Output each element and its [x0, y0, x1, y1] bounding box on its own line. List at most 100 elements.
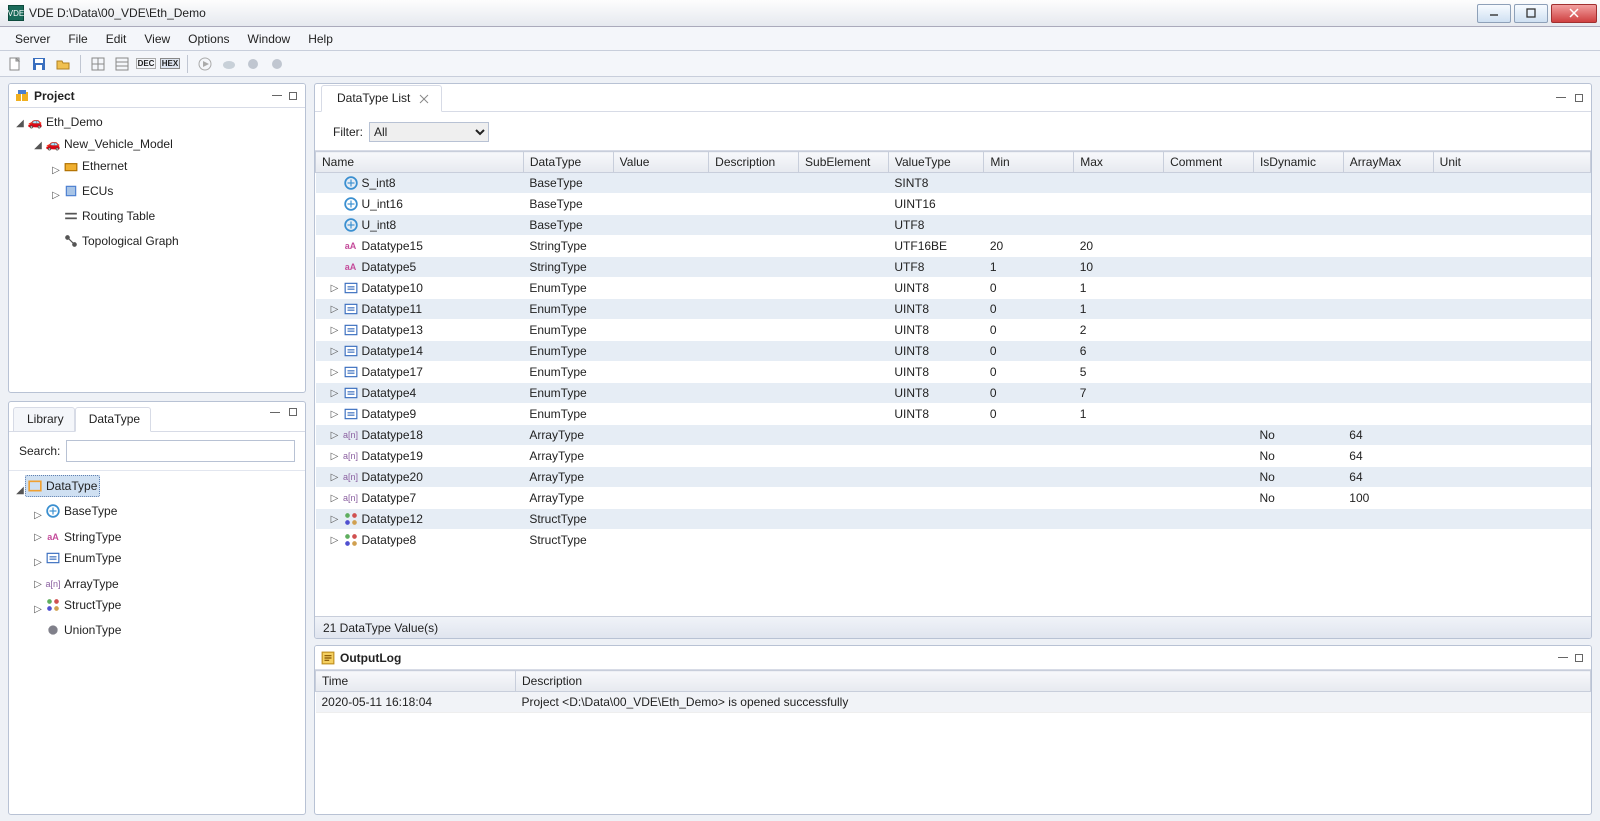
search-label: Search: — [19, 444, 60, 458]
row-name: Datatype7 — [362, 491, 417, 505]
col-max[interactable]: Max — [1074, 152, 1164, 173]
col-value[interactable]: Value — [613, 152, 708, 173]
col-name[interactable]: Name — [316, 152, 524, 173]
toolbar-grid1-button[interactable] — [87, 53, 109, 75]
project-ethernet[interactable]: Ethernet — [61, 156, 130, 176]
col-datatype[interactable]: DataType — [523, 152, 613, 173]
col-unit[interactable]: Unit — [1433, 152, 1590, 173]
toolbar-new-button[interactable] — [4, 53, 26, 75]
pane-maximize-icon[interactable] — [1573, 652, 1585, 664]
tab-datatype-label: DataType — [89, 412, 140, 426]
menu-options[interactable]: Options — [179, 29, 238, 49]
pane-minimize-icon[interactable] — [1555, 92, 1567, 104]
table-row[interactable]: U_int8BaseTypeUTF8 — [316, 215, 1591, 236]
table-row[interactable]: ▷Datatype14EnumTypeUINT806 — [316, 341, 1591, 362]
maximize-button[interactable] — [1514, 4, 1548, 23]
close-button[interactable] — [1551, 4, 1597, 23]
log-col-description[interactable]: Description — [516, 671, 1591, 692]
table-row[interactable]: S_int8BaseTypeSINT8 — [316, 173, 1591, 194]
datatype-structtype[interactable]: StructType — [43, 595, 124, 615]
tab-datatype[interactable]: DataType — [75, 407, 151, 432]
project-topograph[interactable]: Topological Graph — [61, 231, 182, 251]
table-row[interactable]: aADatatype5StringTypeUTF8110 — [316, 257, 1591, 278]
datatype-uniontype[interactable]: UnionType — [43, 620, 124, 640]
menu-edit[interactable]: Edit — [97, 29, 136, 49]
col-subelement[interactable]: SubElement — [799, 152, 889, 173]
table-row[interactable]: ▷a[n]Datatype19ArrayTypeNo64 — [316, 446, 1591, 467]
table-row[interactable]: ▷Datatype12StructType — [316, 509, 1591, 530]
uniontype-icon — [46, 623, 60, 637]
table-row[interactable]: ▷a[n]Datatype20ArrayTypeNo64 — [316, 467, 1591, 488]
col-arraymax[interactable]: ArrayMax — [1343, 152, 1433, 173]
toolbar-hex-button[interactable]: HEX — [159, 53, 181, 75]
table-row[interactable]: ▷Datatype10EnumTypeUINT801 — [316, 278, 1591, 299]
datatype-stringtype[interactable]: aA StringType — [43, 527, 124, 547]
filter-select[interactable]: All — [369, 122, 489, 142]
toolbar-play-button[interactable] — [194, 53, 216, 75]
toolbar-circle2-button[interactable] — [266, 53, 288, 75]
row-name: Datatype5 — [362, 260, 417, 274]
close-tab-icon[interactable] — [419, 93, 429, 103]
menu-window[interactable]: Window — [239, 29, 300, 49]
table-row[interactable]: ▷a[n]Datatype18ArrayTypeNo64 — [316, 425, 1591, 446]
menu-help[interactable]: Help — [299, 29, 342, 49]
minimize-button[interactable] — [1477, 4, 1511, 23]
table-row[interactable]: ▷Datatype13EnumTypeUINT802 — [316, 320, 1591, 341]
menu-file[interactable]: File — [59, 29, 96, 49]
table-row[interactable]: aADatatype15StringTypeUTF16BE2020 — [316, 236, 1591, 257]
col-comment[interactable]: Comment — [1164, 152, 1254, 173]
basetype-icon — [344, 197, 358, 211]
toolbar-dec-button[interactable]: DEC — [135, 53, 157, 75]
enumtype-icon — [344, 365, 358, 379]
pane-maximize-icon[interactable] — [1573, 92, 1585, 104]
pane-maximize-icon[interactable] — [287, 406, 299, 418]
outputlog-icon — [321, 651, 335, 665]
arraytype-icon: a[n] — [344, 491, 358, 505]
ethernet-icon — [64, 159, 78, 173]
pane-minimize-icon[interactable] — [271, 90, 283, 102]
col-isdynamic[interactable]: IsDynamic — [1253, 152, 1343, 173]
pane-minimize-icon[interactable] — [269, 406, 281, 418]
toolbar-grid2-button[interactable] — [111, 53, 133, 75]
enumtype-icon — [344, 386, 358, 400]
row-name: Datatype4 — [362, 386, 417, 400]
project-routing[interactable]: Routing Table — [61, 206, 158, 226]
project-root[interactable]: 🚗 Eth_Demo — [25, 112, 106, 132]
datatype-root[interactable]: DataType — [25, 475, 100, 497]
toolbar-save-button[interactable] — [28, 53, 50, 75]
toolbar-open-button[interactable] — [52, 53, 74, 75]
table-row[interactable]: ▷a[n]Datatype7ArrayTypeNo100 — [316, 488, 1591, 509]
project-pane-icon — [15, 89, 29, 103]
row-name: Datatype14 — [362, 344, 423, 358]
table-row[interactable]: ▷Datatype9EnumTypeUINT801 — [316, 404, 1591, 425]
log-row[interactable]: 2020-05-11 16:18:04Project <D:\Data\00_V… — [316, 692, 1591, 713]
table-row[interactable]: ▷Datatype17EnumTypeUINT805 — [316, 362, 1591, 383]
project-model[interactable]: 🚗 New_Vehicle_Model — [43, 134, 176, 154]
log-col-time[interactable]: Time — [316, 671, 516, 692]
col-valuetype[interactable]: ValueType — [888, 152, 983, 173]
table-row[interactable]: ▷Datatype8StructType — [316, 530, 1591, 551]
stringtype-icon: aA — [344, 239, 358, 253]
table-row[interactable]: ▷Datatype4EnumTypeUINT807 — [316, 383, 1591, 404]
pane-maximize-icon[interactable] — [287, 90, 299, 102]
tab-datatype-list[interactable]: DataType List — [321, 85, 442, 112]
toolbar-circle1-button[interactable] — [242, 53, 264, 75]
tab-library[interactable]: Library — [13, 407, 75, 432]
basetype-icon — [344, 218, 358, 232]
search-input[interactable] — [66, 440, 295, 462]
datatype-basetype[interactable]: BaseType — [43, 501, 120, 521]
col-description[interactable]: Description — [709, 152, 799, 173]
datatype-arraytype[interactable]: a[n] ArrayType — [43, 574, 122, 594]
routing-icon — [64, 209, 78, 223]
table-row[interactable]: U_int16BaseTypeUINT16 — [316, 194, 1591, 215]
menu-view[interactable]: View — [135, 29, 179, 49]
col-min[interactable]: Min — [984, 152, 1074, 173]
outputlog-title: OutputLog — [340, 651, 401, 665]
toolbar-cloud-button[interactable] — [218, 53, 240, 75]
table-row[interactable]: ▷Datatype11EnumTypeUINT801 — [316, 299, 1591, 320]
project-ecus[interactable]: ECUs — [61, 181, 116, 201]
menu-server[interactable]: Server — [6, 29, 59, 49]
datatype-enumtype[interactable]: EnumType — [43, 548, 124, 568]
vehicle-icon: 🚗 — [46, 137, 60, 151]
pane-minimize-icon[interactable] — [1557, 652, 1569, 664]
